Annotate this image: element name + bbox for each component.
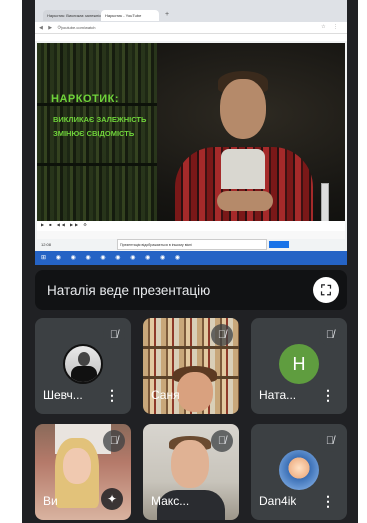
new-tab-icon[interactable]: + [165,11,169,18]
browser-tab[interactable]: Наркотик: Викликає залежність [43,10,101,21]
shared-screen: Наркотик: Викликає залежність Наркотик -… [35,0,347,265]
mic-off-icon: 🎙̸ [211,430,233,452]
video-title: НАРКОТИК: [51,93,119,105]
mic-off-icon: 🎙̸ [211,324,233,346]
presenting-bar: 12:08 Презентація відображається в іншом… [37,239,345,250]
url-text: youtube.com/watch [61,25,96,30]
participant-tile[interactable]: 🎙̸ Dan4ik ⋮ [251,424,347,520]
browser-actions-icon[interactable]: ☆ ⋮ [321,24,341,30]
participant-tile-self[interactable]: 🎙̸ Ви ✦ [35,424,131,520]
participant-name: Шевч... [43,388,83,402]
mic-off-icon: 🎙̸ [319,324,341,346]
presenter-hands [217,191,273,211]
more-options-icon[interactable]: ⋮ [321,493,335,510]
mic-off-icon: 🎙̸ [103,430,125,452]
participant-name: Макс... [151,494,190,508]
participant-video [63,448,91,484]
video-subtitle-2: ЗМІНЮЄ СВІДОМІСТЬ [53,129,135,138]
taskbar-apps-icon[interactable]: ⊞ ◉ ◉ ◉ ◉ ◉ ◉ ◉ ◉ ◉ [41,254,184,261]
video-player[interactable]: НАРКОТИК: ВИКЛИКАЄ ЗАЛЕЖНІСТЬ ЗМІНЮЄ СВІ… [37,43,345,221]
avatar [279,450,319,490]
participant-tile[interactable]: 🎙̸ Шевч... ⋮ [35,318,131,414]
browser-tab[interactable]: Наркотик - YouTube [101,10,159,21]
browser-tab-strip: Наркотик: Викликає залежність Наркотик -… [35,0,347,22]
avatar-body [71,366,97,382]
address-bar[interactable]: ◀ ▶ ⟳ youtube.com/watch ☆ ⋮ [35,22,347,34]
shelf-line [37,163,157,166]
presenter-label: Наталія веде презентацію [47,283,211,298]
participant-name: Саня [151,388,180,402]
clock-time: 12:08 [41,242,52,247]
presenting-notice: Презентація відображається в іншому вікн… [117,239,267,250]
meet-window: Наркотик: Викликає залежність Наркотик -… [22,0,358,523]
mic-off-icon: 🎙̸ [103,324,125,346]
participant-tile[interactable]: 🎙̸ Саня [143,318,239,414]
visual-effects-icon[interactable]: ✦ [101,488,123,510]
avatar-head [78,352,90,366]
video-info [37,231,345,239]
stop-presenting-button[interactable] [269,241,289,248]
bookmarks-bar [35,34,347,41]
more-options-icon[interactable]: ⋮ [321,387,335,404]
avatar [63,344,103,384]
participant-name: Dan4ik [259,494,297,508]
playback-controls-icon[interactable]: ▶ ■ ◀◀ ▶▶ ⚙ [41,222,89,227]
video-controls[interactable]: ▶ ■ ◀◀ ▶▶ ⚙ [37,221,345,231]
avatar: Н [279,344,319,384]
participant-name: Ната... [259,388,297,402]
participant-tile[interactable]: Н 🎙̸ Ната... ⋮ [251,318,347,414]
participant-name: Ви [43,494,58,508]
mic-off-icon: 🎙̸ [319,430,341,452]
more-options-icon[interactable]: ⋮ [105,387,119,404]
volume-popup[interactable] [321,183,329,221]
video-subtitle-1: ВИКЛИКАЄ ЗАЛЕЖНІСТЬ [53,115,147,124]
participant-video [171,440,209,488]
participant-tile[interactable]: 🎙̸ Макс... [143,424,239,520]
os-taskbar: ⊞ ◉ ◉ ◉ ◉ ◉ ◉ ◉ ◉ ◉ [35,251,347,265]
shelf-line [143,346,239,349]
presentation-banner: Наталія веде презентацію ⛶ [35,270,347,310]
fullscreen-icon[interactable]: ⛶ [313,277,339,303]
presenter-tshirt [221,149,265,189]
presenter-face [220,79,266,139]
participant-video [177,372,213,412]
nav-buttons-icon[interactable]: ◀ ▶ ⟳ [39,25,64,31]
